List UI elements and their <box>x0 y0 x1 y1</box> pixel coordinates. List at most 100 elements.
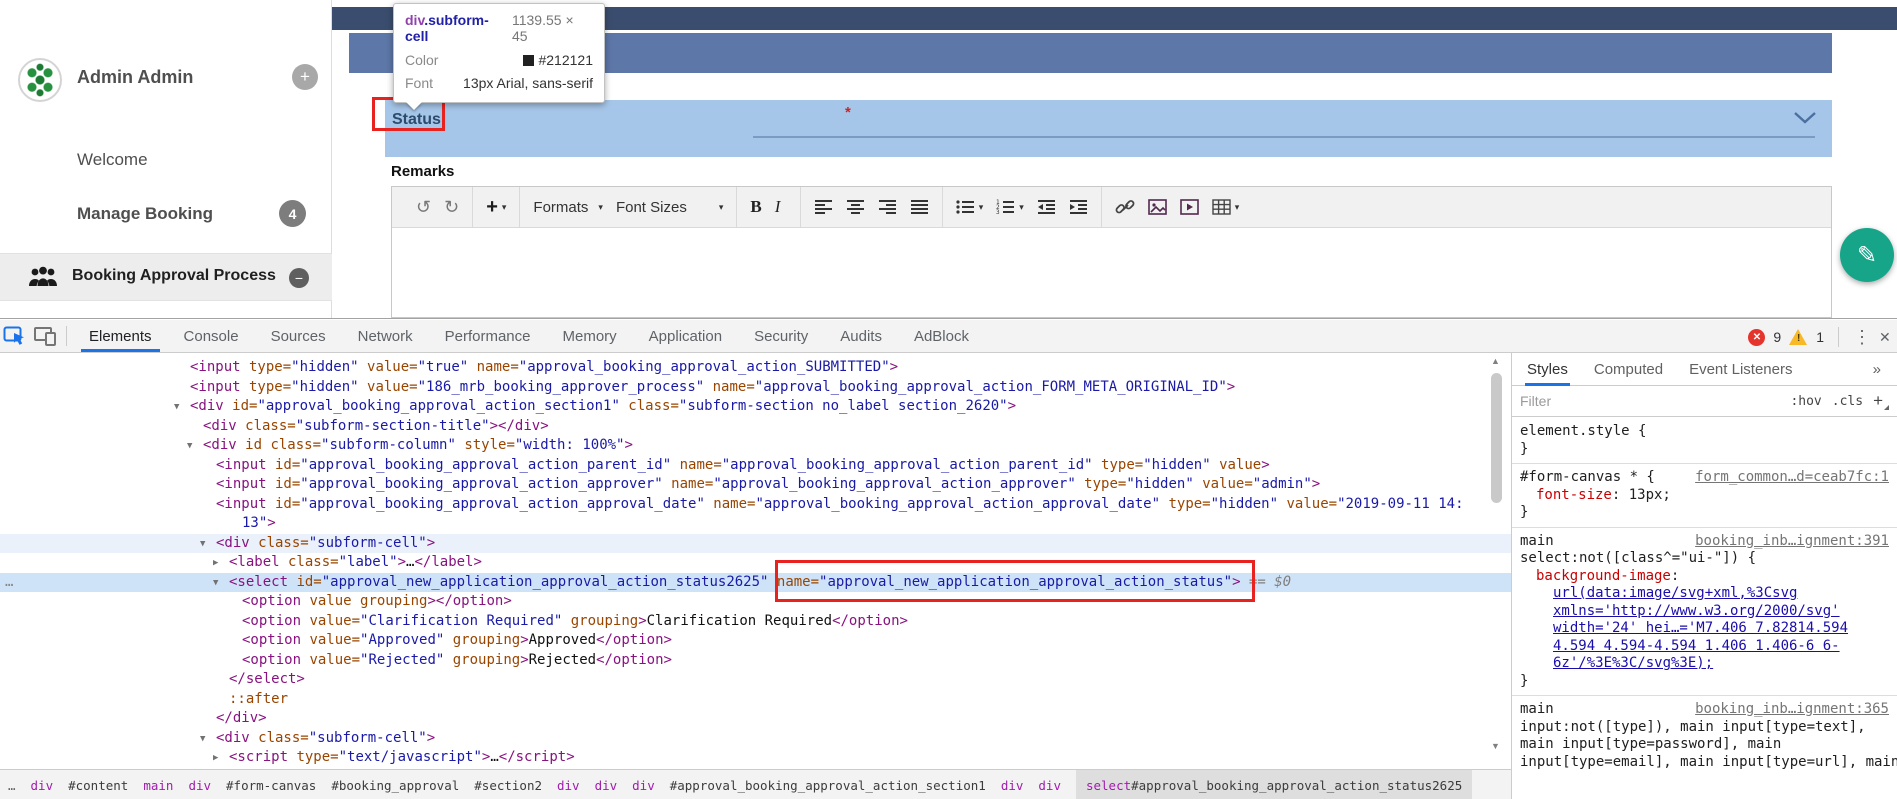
devtools-tab-elements[interactable]: Elements <box>73 320 168 352</box>
breadcrumb-item[interactable]: div <box>188 778 211 793</box>
formats-dropdown[interactable]: Formats▾ <box>533 199 603 216</box>
device-toolbar-button[interactable] <box>30 323 60 349</box>
edit-fab-button[interactable]: ✎ <box>1840 228 1894 282</box>
devtools-tab-console[interactable]: Console <box>168 320 255 352</box>
devtools-tab-audits[interactable]: Audits <box>824 320 898 352</box>
scroll-down-icon[interactable]: ▼ <box>1491 741 1500 751</box>
outdent-button[interactable] <box>1037 199 1056 215</box>
tree-line[interactable]: <input type="hidden" value="186_mrb_book… <box>0 378 1511 398</box>
media-button[interactable] <box>1180 199 1199 215</box>
kebab-menu-icon[interactable]: ⋮ <box>1853 327 1871 348</box>
insert-button[interactable]: +▾ <box>486 196 506 219</box>
align-left-button[interactable] <box>814 199 833 215</box>
css-value-url-link[interactable]: 6z'/%3E%3C/svg%3E); <box>1520 655 1889 673</box>
bullet-list-button[interactable]: ▾ <box>956 199 984 215</box>
breadcrumb-item[interactable]: main <box>143 778 173 793</box>
close-icon[interactable]: ✕ <box>1879 329 1891 346</box>
sidebar-item-welcome[interactable]: Welcome <box>77 150 148 170</box>
css-value-url-link[interactable]: xmlns='http://www.w3.org/2000/svg' <box>1520 603 1889 621</box>
align-center-button[interactable] <box>846 199 865 215</box>
tree-line[interactable]: ::after <box>0 690 1511 710</box>
tree-line[interactable]: <div class="subform-section-title"></div… <box>0 417 1511 437</box>
css-declaration[interactable]: font-size: 13px; <box>1520 487 1889 505</box>
styles-tab-event-listeners[interactable]: Event Listeners <box>1689 361 1792 378</box>
error-badge-icon[interactable]: ✕ <box>1748 329 1765 346</box>
warning-count[interactable]: 1 <box>1816 329 1824 345</box>
tree-line[interactable]: <input id="approval_booking_approval_act… <box>0 495 1511 515</box>
stylesheet-source-link[interactable]: booking_inb…ignment:365 <box>1695 701 1889 719</box>
sidebar-item-booking-approval-process[interactable]: Booking Approval Process − <box>0 253 332 301</box>
status-select-field[interactable]: Status * <box>385 100 1832 157</box>
breadcrumb-item[interactable]: #section2 <box>474 778 542 793</box>
tree-line[interactable]: ▶<script type="text/javascript">…</scrip… <box>0 748 1511 768</box>
breadcrumb-item[interactable]: #approval_booking_approval_action_sectio… <box>670 778 986 793</box>
tree-scrollbar[interactable]: ▲ ▼ <box>1487 353 1509 769</box>
devtools-tab-security[interactable]: Security <box>738 320 824 352</box>
cls-toggle[interactable]: .cls <box>1832 394 1863 409</box>
numbered-list-button[interactable]: 123▾ <box>996 199 1024 215</box>
devtools-tab-application[interactable]: Application <box>633 320 738 352</box>
undo-button[interactable]: ↺ <box>416 197 431 218</box>
devtools-tab-sources[interactable]: Sources <box>255 320 342 352</box>
hov-toggle[interactable]: :hov <box>1790 394 1821 409</box>
css-value-url-link[interactable]: width='24' hei…='M7.406 7.82814.594 <box>1520 620 1889 638</box>
tree-line[interactable]: <option value="Rejected" grouping>Reject… <box>0 651 1511 671</box>
more-tabs-icon[interactable]: » <box>1873 361 1881 378</box>
breadcrumb-item[interactable]: div <box>31 778 54 793</box>
tree-line[interactable]: </div> <box>0 709 1511 729</box>
image-button[interactable] <box>1148 199 1167 215</box>
devtools-tab-memory[interactable]: Memory <box>547 320 633 352</box>
warning-badge-icon[interactable]: ! <box>1789 329 1808 346</box>
font-sizes-dropdown[interactable]: Font Sizes▾ <box>616 199 723 216</box>
link-button[interactable] <box>1115 199 1135 215</box>
breadcrumb-item[interactable]: div <box>1038 778 1061 793</box>
tree-line[interactable]: ▶<label class="label">…</label> <box>0 553 1511 573</box>
tree-line[interactable]: </select> <box>0 670 1511 690</box>
add-icon[interactable]: + <box>292 64 318 90</box>
tree-line[interactable]: <option value="Approved" grouping>Approv… <box>0 631 1511 651</box>
devtools-tab-performance[interactable]: Performance <box>429 320 547 352</box>
styles-filter-input[interactable] <box>1520 393 1780 409</box>
chevron-down-icon[interactable] <box>1793 111 1817 130</box>
table-button[interactable]: ▾ <box>1212 199 1240 215</box>
breadcrumb-item[interactable]: … <box>8 778 16 793</box>
css-value-url-link[interactable]: 4.594 4.594-4.594 1.406 1.406-6 6- <box>1520 638 1889 656</box>
justify-button[interactable] <box>910 199 929 215</box>
breadcrumb-item[interactable]: div <box>1001 778 1024 793</box>
indent-button[interactable] <box>1069 199 1088 215</box>
tree-line[interactable]: <input id="approval_booking_approval_act… <box>0 475 1511 495</box>
styles-tab-computed[interactable]: Computed <box>1594 361 1663 378</box>
tree-line[interactable]: …▼<select id="approval_new_application_a… <box>0 573 1511 593</box>
sidebar-item-manage-booking[interactable]: Manage Booking <box>77 204 213 224</box>
tree-line[interactable]: <option value grouping></option> <box>0 592 1511 612</box>
new-style-rule-button[interactable]: + <box>1873 391 1889 411</box>
breadcrumb-item[interactable]: #form-canvas <box>226 778 316 793</box>
tree-line[interactable]: ▼<div id class="subform-column" style="w… <box>0 436 1511 456</box>
breadcrumb-item[interactable]: #booking_approval <box>331 778 459 793</box>
scroll-up-icon[interactable]: ▲ <box>1491 356 1500 366</box>
devtools-tab-adblock[interactable]: AdBlock <box>898 320 985 352</box>
css-value-url-link[interactable]: url(data:image/svg+xml,%3Csvg <box>1520 585 1889 603</box>
redo-button[interactable]: ↻ <box>444 197 459 218</box>
breadcrumb-item[interactable]: #content <box>68 778 128 793</box>
tree-line[interactable]: <input type="hidden" value="true" name="… <box>0 358 1511 378</box>
tree-line[interactable]: ▼<div class="subform-cell"> <box>0 729 1511 749</box>
stylesheet-source-link[interactable]: form_common…d=ceab7fc:1 <box>1695 469 1889 487</box>
stylesheet-source-link[interactable]: booking_inb…ignment:391 <box>1695 533 1889 551</box>
tree-line[interactable]: ▼<div class="subform-cell"> <box>0 534 1511 554</box>
breadcrumb-item[interactable]: div <box>632 778 655 793</box>
breadcrumb-item[interactable]: div <box>557 778 580 793</box>
tree-line[interactable]: 13"> <box>0 514 1511 534</box>
breadcrumb-item[interactable]: div <box>595 778 618 793</box>
align-right-button[interactable] <box>878 199 897 215</box>
styles-tab-styles[interactable]: Styles <box>1527 361 1568 378</box>
error-count[interactable]: 9 <box>1773 329 1781 345</box>
breadcrumb-item[interactable]: select#approval_booking_approval_action_… <box>1076 770 1472 799</box>
scrollbar-thumb[interactable] <box>1491 373 1502 503</box>
tree-line[interactable]: <input id="approval_booking_approval_act… <box>0 456 1511 476</box>
tree-line[interactable]: ▼<div id="approval_booking_approval_acti… <box>0 397 1511 417</box>
tree-line[interactable]: <option value="Clarification Required" g… <box>0 612 1511 632</box>
css-declaration[interactable]: background-image: <box>1520 568 1889 586</box>
collapse-minus-icon[interactable]: − <box>289 268 309 288</box>
devtools-tab-network[interactable]: Network <box>342 320 429 352</box>
